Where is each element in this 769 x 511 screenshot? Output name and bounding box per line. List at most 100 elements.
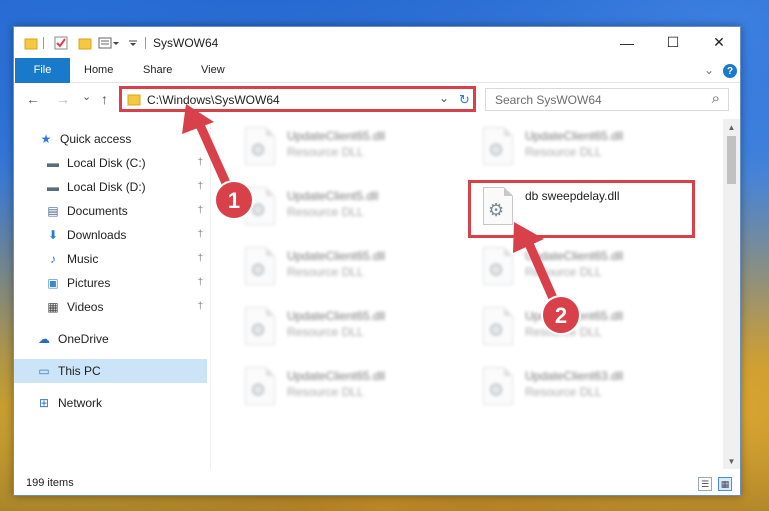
pin-icon[interactable]: † [197,157,203,168]
pin-icon[interactable]: † [197,277,203,288]
scroll-thumb[interactable] [727,136,736,184]
folder-icon [24,36,38,50]
search-input[interactable]: Search SysWOW64 ⌕ [485,88,729,111]
sidebar-item-label: Videos [67,300,104,314]
sidebar-item-label: Local Disk (D:) [67,180,146,194]
pin-icon[interactable]: † [197,181,203,192]
customize-toolbar-icon[interactable] [98,36,120,50]
documents-icon: ▤ [47,204,59,218]
properties-icon[interactable] [54,36,68,50]
separator-icon [145,37,146,49]
sidebar-item-label: Music [67,252,99,266]
pin-icon[interactable]: † [197,229,203,240]
scroll-up-icon[interactable]: ▲ [723,119,740,135]
tab-home[interactable]: Home [84,58,113,83]
large-icons-view-icon[interactable]: ▦ [718,477,732,491]
file-type: Resource DLL [525,145,602,159]
drive-icon: ▬ [47,180,59,194]
up-icon[interactable]: ↑ [101,91,108,107]
window-title: SysWOW64 [153,36,219,50]
navigation-bar: ← → ⌄ ↑ C:\Windows\SysWOW64 ⌄ ↻ Search S… [14,84,740,116]
sidebar-item[interactable]: ⬇ Downloads † [14,223,207,247]
sidebar-item[interactable]: ⊞ Network [14,391,207,415]
search-placeholder: Search SysWOW64 [495,93,602,107]
file-type: Resource DLL [287,385,364,399]
sidebar-item[interactable]: ▬ Local Disk (D:) † [14,175,207,199]
pin-icon[interactable]: † [197,253,203,264]
network-icon: ⊞ [38,396,50,410]
file-type: Resource DLL [525,265,602,279]
sidebar-item-label: Pictures [67,276,111,290]
file-name: UpdateClient65.dll [287,369,386,383]
forward-icon[interactable]: → [56,91,70,107]
dll-file-icon: ⚙ [245,127,275,165]
sidebar-item[interactable]: ▣ Pictures † [14,271,207,295]
file-item[interactable]: ⚙ UpdateClient65.dll Resource DLL [239,121,464,173]
sidebar-item[interactable]: ☁ OneDrive [14,327,207,351]
tab-file[interactable]: File [15,58,70,83]
dll-file-icon: ⚙ [245,367,275,405]
file-name: UpdateClient65.dll [525,309,624,323]
sidebar-item-label: OneDrive [58,332,109,346]
file-type: Resource DLL [287,265,364,279]
close-icon: ✕ [713,34,725,50]
status-bar: 199 items ☰ ▦ [14,473,740,495]
vertical-scrollbar[interactable]: ▲ ▼ [723,119,740,469]
file-item[interactable]: ⚙ UpdateClient65.dll Resource DLL [477,301,702,353]
file-item[interactable]: ⚙ UpdateClient65.dll Resource DLL [239,361,464,413]
maximize-icon: ☐ [666,34,680,50]
sidebar-item[interactable]: ♪ Music † [14,247,207,271]
scroll-down-icon[interactable]: ▼ [723,453,740,469]
pin-icon[interactable]: † [197,205,203,216]
pane-divider[interactable] [210,119,211,469]
minimize-icon: — [620,34,634,51]
file-item[interactable]: ⚙ UpdateClient65.dll Resource DLL [477,121,702,173]
sidebar-item[interactable]: ▤ Documents † [14,199,207,223]
videos-icon: ▦ [47,300,59,314]
file-item[interactable]: ⚙ UpdateClient65.dll Resource DLL [239,301,464,353]
title-bar: SysWOW64 — ☐ ✕ [14,27,740,58]
help-icon[interactable]: ? [723,64,737,78]
search-icon: ⌕ [711,90,720,107]
file-list: ⚙ UpdateClient65.dll Resource DLL ⚙ UpdateCl… [224,119,724,469]
file-type: Resource DLL [287,145,364,159]
file-item[interactable]: ⚙ UpdateClient5.dll Resource DLL [239,181,464,233]
close-button[interactable]: ✕ [696,27,742,58]
sidebar-item[interactable]: ▬ Local Disk (C:) † [14,151,207,175]
sidebar-item-label: This PC [58,364,101,378]
help-glyph: ? [726,65,734,77]
details-view-icon[interactable]: ☰ [698,477,712,491]
file-name: UpdateClient65.dll [287,249,386,263]
separator-icon [43,37,44,49]
sidebar-item[interactable]: ▭ This PC [14,359,207,383]
new-folder-icon[interactable] [78,36,92,50]
file-item[interactable]: ⚙ UpdateClient65.dll Resource DLL [239,241,464,293]
navigation-pane: ★ Quick access ▬ Local Disk (C:) † ▬ Local Dis… [14,119,209,469]
back-icon[interactable]: ← [26,91,40,107]
file-item[interactable]: ⚙ UpdateClient65.dll Resource DLL [477,241,702,293]
dll-file-icon: ⚙ [245,247,275,285]
computer-icon: ▭ [38,364,50,378]
dll-file-icon: ⚙ [483,247,513,285]
pictures-icon: ▣ [47,276,59,290]
expand-ribbon-icon[interactable]: ⌄ [704,58,714,83]
pin-icon[interactable]: † [197,301,203,312]
file-item[interactable]: ⚙ UpdateClient63.dll Resource DLL [477,361,702,413]
quick-access-dropdown-icon[interactable] [128,36,138,50]
file-name: UpdateClient65.dll [287,129,386,143]
file-explorer-window: SysWOW64 — ☐ ✕ File Home Share View ⌄ ? … [13,26,741,496]
file-name: UpdateClient65.dll [525,129,624,143]
file-type: Resource DLL [525,325,602,339]
tab-share[interactable]: Share [143,58,172,83]
file-type: Resource DLL [525,385,602,399]
maximize-button[interactable]: ☐ [650,27,696,58]
file-type: Resource DLL [287,205,364,219]
ribbon-tabs: File Home Share View ⌄ ? [14,58,740,83]
minimize-button[interactable]: — [604,27,650,58]
sidebar-item[interactable]: ★ Quick access [14,127,207,151]
sidebar-item[interactable]: ▦ Videos † [14,295,207,319]
file-name: UpdateClient65.dll [525,249,624,263]
recent-locations-icon[interactable]: ⌄ [82,90,91,103]
tab-view[interactable]: View [201,58,225,83]
music-icon: ♪ [50,252,56,266]
